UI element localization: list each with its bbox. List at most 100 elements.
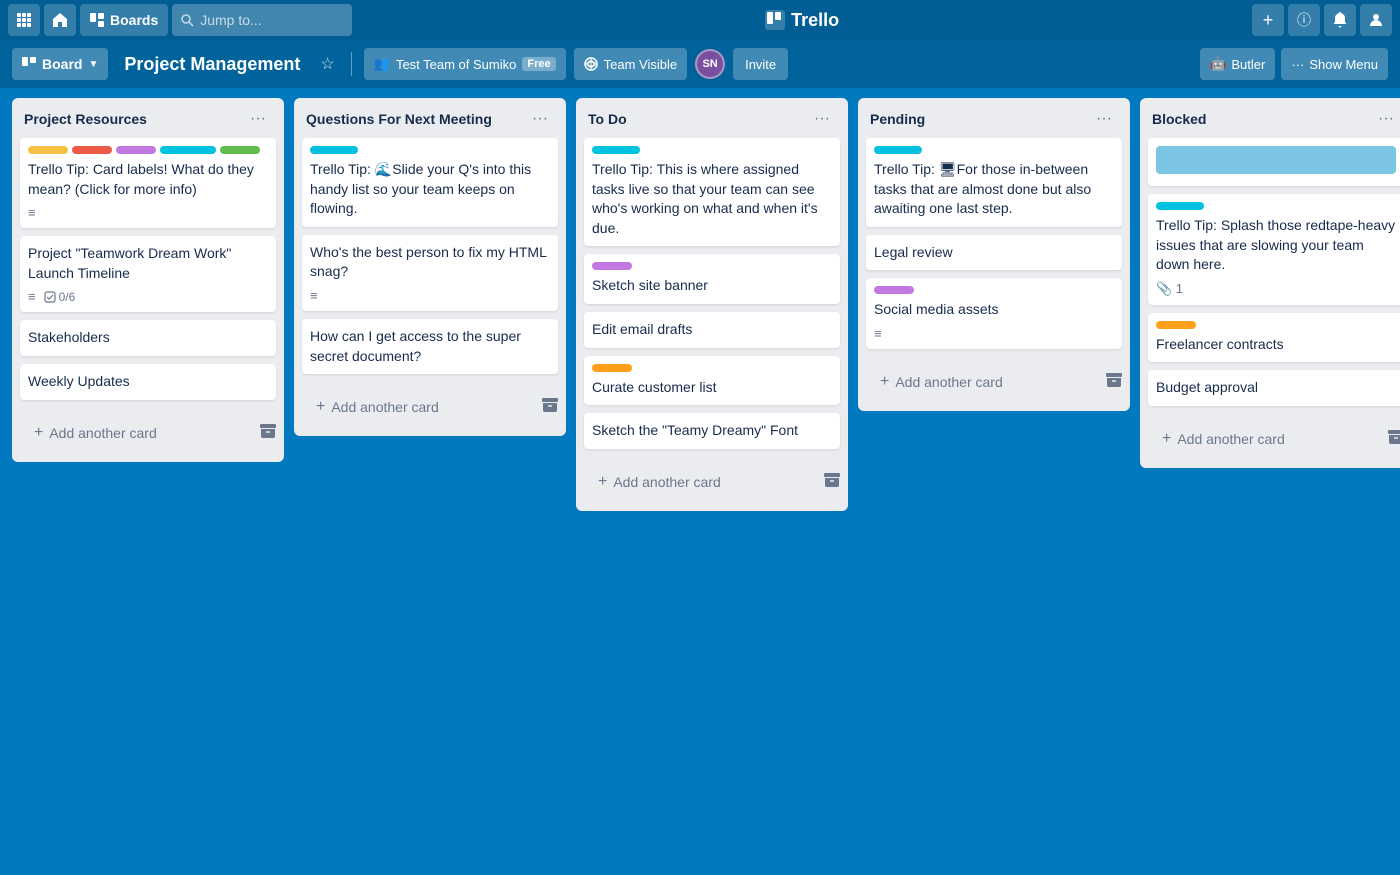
card[interactable]: Project "Teamwork Dream Work" Launch Tim…: [20, 236, 276, 312]
card[interactable]: Curate customer list: [584, 356, 840, 406]
label-cyan: [874, 146, 922, 154]
card-labels: [28, 146, 268, 154]
invite-button[interactable]: Invite: [733, 48, 788, 80]
add-card-button[interactable]: +Add another card: [870, 365, 1102, 399]
show-menu-button[interactable]: ··· Show Menu: [1281, 48, 1388, 80]
board-title[interactable]: Project Management: [116, 50, 308, 79]
search-input[interactable]: [200, 12, 330, 28]
add-card-button[interactable]: + Add another card: [306, 390, 538, 424]
card[interactable]: Trello Tip: Card labels! What do they me…: [20, 138, 276, 228]
list-project-resources: Project Resources···Trello Tip: Card lab…: [12, 98, 284, 462]
butler-button[interactable]: 🤖 Butler: [1200, 48, 1275, 80]
card[interactable]: Sketch site banner: [584, 254, 840, 304]
board-view-button[interactable]: Board ▼: [12, 48, 108, 80]
card[interactable]: Stakeholders: [20, 320, 276, 356]
card[interactable]: Budget approval: [1148, 370, 1400, 406]
card-labels: [592, 364, 832, 372]
home-button[interactable]: [44, 4, 76, 36]
card[interactable]: Trello Tip: This is where assigned tasks…: [584, 138, 840, 246]
card-text: Edit email drafts: [592, 320, 832, 340]
label-cyan: [310, 146, 358, 154]
search-bar[interactable]: [172, 4, 352, 36]
plus-icon: +: [316, 398, 325, 416]
label-purple: [592, 262, 632, 270]
card-text: Project "Teamwork Dream Work" Launch Tim…: [28, 244, 268, 283]
account-button[interactable]: [1360, 4, 1392, 36]
add-card-button[interactable]: +Add another card: [24, 416, 256, 450]
card[interactable]: Trello Tip: 🌊Slide your Q's into this ha…: [302, 138, 558, 227]
card[interactable]: Trello Tip: 🖥For those in-between tasks …: [866, 138, 1122, 227]
info-button[interactable]: ⓘ: [1288, 4, 1320, 36]
board-btn-label: Board: [42, 56, 82, 72]
boards-label: Boards: [110, 12, 158, 28]
label-yellow: [28, 146, 68, 154]
add-card-button[interactable]: +Add another card: [1152, 422, 1384, 456]
card[interactable]: Trello Tip: Splash those redtape-heavy i…: [1148, 194, 1400, 305]
add-button[interactable]: +: [1252, 4, 1284, 36]
list-menu-button[interactable]: ···: [808, 108, 836, 130]
list-cards: Trello Tip: This is where assigned tasks…: [576, 138, 848, 457]
list-menu-button[interactable]: ···: [1090, 108, 1118, 130]
card[interactable]: Who's the best person to fix my HTML sna…: [302, 235, 558, 311]
label-purple: [874, 286, 914, 294]
plus-icon: +: [34, 424, 43, 442]
archive-button[interactable]: [1106, 373, 1122, 391]
card[interactable]: Sketch the "Teamy Dreamy" Font: [584, 413, 840, 449]
card-labels: [874, 146, 1114, 154]
top-nav: Boards Trello + ⓘ: [0, 0, 1400, 40]
boards-button[interactable]: Boards: [80, 4, 168, 36]
card-image: [1156, 146, 1396, 174]
checklist-badge: 0/6: [44, 290, 76, 304]
star-button[interactable]: ☆: [316, 50, 338, 78]
card-footer: ≡: [310, 288, 550, 303]
card-text: Freelancer contracts: [1156, 335, 1396, 355]
add-card-button[interactable]: +Add another card: [588, 465, 820, 499]
app-grid-button[interactable]: [8, 4, 40, 36]
list-menu-button[interactable]: ···: [1372, 108, 1400, 130]
card[interactable]: Edit email drafts: [584, 312, 840, 348]
nav-right: + ⓘ: [1252, 4, 1392, 36]
label-red: [72, 146, 112, 154]
add-card-row: +Add another card: [1140, 414, 1400, 468]
card-text: Weekly Updates: [28, 372, 268, 392]
card-footer: ≡: [874, 326, 1114, 341]
butler-icon: 🤖: [1210, 56, 1226, 72]
card[interactable]: Freelancer contracts: [1148, 313, 1400, 363]
card[interactable]: Legal review: [866, 235, 1122, 271]
list-menu-button[interactable]: ···: [526, 108, 554, 130]
list-header-blocked: Blocked···: [1140, 98, 1400, 138]
card-text: Sketch the "Teamy Dreamy" Font: [592, 421, 832, 441]
card[interactable]: How can I get access to the super secret…: [302, 319, 558, 374]
archive-button[interactable]: [824, 473, 840, 491]
add-card-label: Add another card: [331, 399, 438, 415]
add-card-label: Add another card: [895, 374, 1002, 390]
card-text: Who's the best person to fix my HTML sna…: [310, 243, 550, 282]
card[interactable]: Weekly Updates: [20, 364, 276, 400]
archive-button[interactable]: [542, 398, 558, 416]
card-text: Budget approval: [1156, 378, 1396, 398]
list-header-project-resources: Project Resources···: [12, 98, 284, 138]
list-blocked: Blocked··· Trello Tip: Splash those redta…: [1140, 98, 1400, 468]
show-menu-label: Show Menu: [1309, 57, 1378, 72]
card[interactable]: [1148, 138, 1400, 186]
add-card-row: +Add another card: [12, 408, 284, 462]
card[interactable]: Social media assets≡: [866, 278, 1122, 349]
description-icon: ≡: [874, 326, 882, 341]
label-orange: [592, 364, 632, 372]
card-text: Trello Tip: 🖥For those in-between tasks …: [874, 160, 1114, 219]
list-pending: Pending ··· Trello Tip: 🖥For those in-betw…: [858, 98, 1130, 411]
archive-button[interactable]: [260, 424, 276, 442]
notification-button[interactable]: [1324, 4, 1356, 36]
list-cards: Trello Tip: Card labels! What do they me…: [12, 138, 284, 408]
list-header-questions-for-next-meeting: Questions For Next Meeting···: [294, 98, 566, 138]
card-labels: [592, 146, 832, 154]
team-badge-button[interactable]: 👥 Test Team of Sumiko Free: [364, 48, 566, 80]
card-text: Sketch site banner: [592, 276, 832, 296]
label-cyan: [592, 146, 640, 154]
team-visible-button[interactable]: Team Visible: [574, 48, 687, 80]
list-title: Pending: [870, 111, 925, 127]
avatar[interactable]: SN: [695, 49, 725, 79]
archive-button[interactable]: [1388, 430, 1400, 448]
list-header-pending: Pending ···: [858, 98, 1130, 138]
list-menu-button[interactable]: ···: [244, 108, 272, 130]
